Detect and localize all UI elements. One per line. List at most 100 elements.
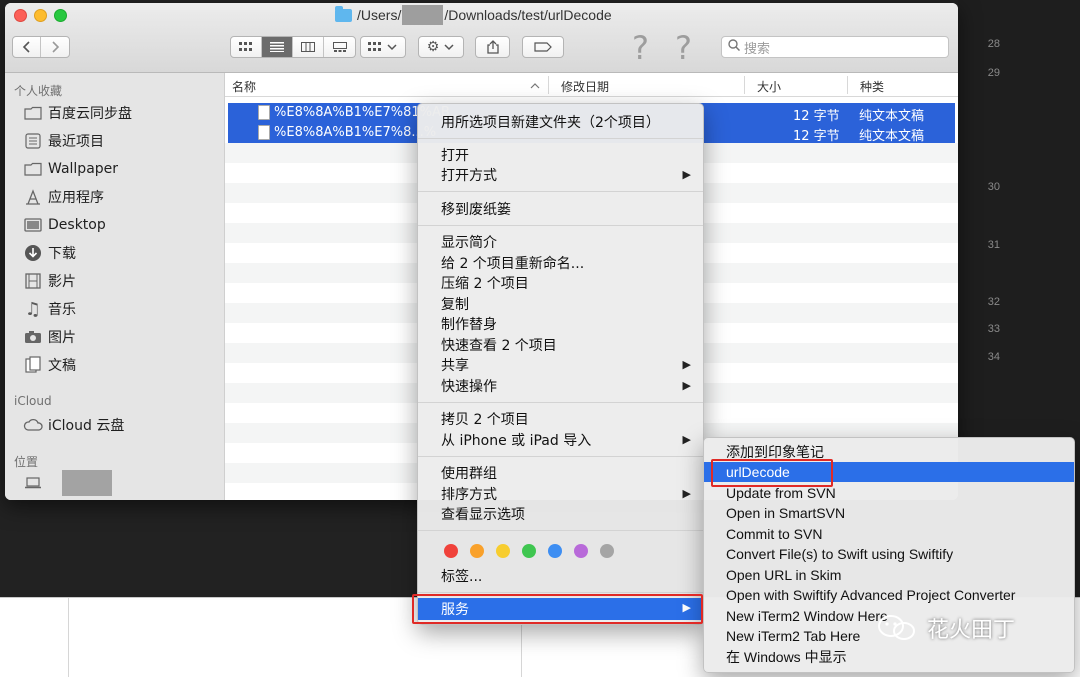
tags-button[interactable] bbox=[522, 36, 564, 58]
sidebar-item-documents[interactable]: 文稿 bbox=[23, 353, 76, 377]
calendar-day-number: 34 bbox=[987, 351, 1000, 363]
help-icon[interactable]: ? bbox=[675, 29, 692, 67]
group-by-button[interactable] bbox=[360, 36, 406, 58]
menu-item-sort-by[interactable]: 排序方式 ▶ bbox=[418, 484, 703, 504]
menu-item-tags[interactable]: 标签... bbox=[418, 566, 703, 586]
menu-item-move-to-trash[interactable]: 移到废纸篓 bbox=[418, 199, 703, 219]
sidebar-item-pictures[interactable]: 图片 bbox=[23, 325, 76, 349]
menu-separator bbox=[418, 225, 703, 226]
service-item-open-smartsvn[interactable]: Open in SmartSVN bbox=[704, 503, 1074, 523]
back-button[interactable] bbox=[13, 37, 41, 57]
service-item-show-in-windows[interactable]: 在 Windows 中显示 bbox=[704, 647, 1074, 667]
text-file-icon bbox=[258, 125, 270, 140]
file-size: 12 字节 bbox=[793, 129, 840, 144]
sidebar-item-this-mac[interactable] bbox=[23, 470, 112, 496]
service-item-commit-svn[interactable]: Commit to SVN bbox=[704, 524, 1074, 544]
sidebar-item-label: iCloud 云盘 bbox=[48, 418, 125, 434]
service-item-swiftify-convert[interactable]: Convert File(s) to Swift using Swiftify bbox=[704, 544, 1074, 564]
zoom-window-button[interactable] bbox=[54, 9, 67, 22]
tag-color-gray[interactable] bbox=[600, 544, 614, 558]
menu-item-label: 从 iPhone 或 iPad 导入 bbox=[441, 433, 592, 449]
menu-item-open-with[interactable]: 打开方式 ▶ bbox=[418, 165, 703, 185]
desktop-icon bbox=[23, 218, 43, 232]
menu-item-duplicate[interactable]: 复制 bbox=[418, 294, 703, 314]
redacted-computer-name bbox=[62, 470, 112, 496]
menu-item-compress[interactable]: 压缩 2 个项目 bbox=[418, 273, 703, 293]
tag-color-yellow[interactable] bbox=[496, 544, 510, 558]
column-kind[interactable]: 种类 bbox=[860, 78, 884, 95]
menu-item-rename[interactable]: 给 2 个项目重新命名... bbox=[418, 253, 703, 273]
calendar-day-number: 29 bbox=[987, 67, 1000, 79]
menu-separator bbox=[418, 191, 703, 192]
icon-view-button[interactable] bbox=[231, 37, 262, 57]
list-view-button[interactable] bbox=[262, 37, 293, 57]
menu-item-use-groups[interactable]: 使用群组 bbox=[418, 463, 703, 483]
tag-color-orange[interactable] bbox=[470, 544, 484, 558]
sidebar-item-wallpaper[interactable]: Wallpaper bbox=[23, 157, 118, 181]
sort-ascending-icon bbox=[530, 83, 540, 89]
folder-icon bbox=[23, 162, 43, 176]
file-name: %E8%8A%B1%E7%8...% bbox=[274, 125, 437, 140]
tag-color-red[interactable] bbox=[444, 544, 458, 558]
action-button[interactable]: ⚙ bbox=[418, 36, 464, 58]
calendar-day-number: 30 bbox=[987, 181, 1000, 193]
menu-item-make-alias[interactable]: 制作替身 bbox=[418, 314, 703, 334]
sidebar-item-desktop[interactable]: Desktop bbox=[23, 213, 106, 237]
applications-icon bbox=[23, 189, 43, 205]
column-name[interactable]: 名称 bbox=[232, 78, 256, 95]
view-mode-control bbox=[230, 36, 356, 58]
column-modified[interactable]: 修改日期 bbox=[561, 78, 609, 95]
menu-item-open[interactable]: 打开 bbox=[418, 145, 703, 165]
sidebar-item-label: Desktop bbox=[48, 217, 106, 233]
grid-icon bbox=[239, 42, 252, 51]
computer-icon bbox=[23, 477, 43, 489]
title-path-prefix: /Users/ bbox=[357, 7, 402, 23]
sidebar-item-recents[interactable]: 最近项目 bbox=[23, 129, 104, 153]
tag-color-blue[interactable] bbox=[548, 544, 562, 558]
menu-item-view-options[interactable]: 查看显示选项 bbox=[418, 504, 703, 524]
sidebar-heading-locations: 位置 bbox=[14, 455, 39, 469]
menu-item-quick-actions[interactable]: 快速操作 ▶ bbox=[418, 376, 703, 396]
menu-item-get-info[interactable]: 显示简介 bbox=[418, 232, 703, 252]
calendar-day-number: 31 bbox=[987, 239, 1000, 251]
menu-item-import-from-iphone[interactable]: 从 iPhone 或 iPad 导入 ▶ bbox=[418, 430, 703, 450]
menu-separator bbox=[418, 456, 703, 457]
service-item-swiftify-project[interactable]: Open with Swiftify Advanced Project Conv… bbox=[704, 585, 1074, 605]
menu-item-new-folder-with-selection[interactable]: 用所选项目新建文件夹（2个项目） bbox=[418, 112, 703, 132]
tag-color-purple[interactable] bbox=[574, 544, 588, 558]
menu-separator bbox=[418, 402, 703, 403]
share-button[interactable] bbox=[475, 36, 510, 58]
forward-button[interactable] bbox=[41, 37, 69, 57]
sidebar-item-label: 文稿 bbox=[48, 358, 76, 374]
submenu-arrow-icon: ▶ bbox=[682, 168, 691, 181]
menu-separator bbox=[418, 592, 703, 593]
sidebar-item-applications[interactable]: 应用程序 bbox=[23, 185, 104, 209]
sidebar-item-downloads[interactable]: 下载 bbox=[23, 241, 76, 265]
sidebar-item-movies[interactable]: 影片 bbox=[23, 269, 76, 293]
file-kind: 纯文本文稿 bbox=[859, 109, 925, 124]
column-size[interactable]: 大小 bbox=[757, 78, 781, 95]
sidebar-item-label: 最近项目 bbox=[48, 134, 104, 150]
tag-color-green[interactable] bbox=[522, 544, 536, 558]
search-field[interactable]: 搜索 bbox=[721, 36, 949, 58]
menu-item-copy[interactable]: 拷贝 2 个项目 bbox=[418, 409, 703, 429]
menu-item-label: 快速操作 bbox=[441, 379, 497, 395]
close-window-button[interactable] bbox=[14, 9, 27, 22]
minimize-window-button[interactable] bbox=[34, 9, 47, 22]
sidebar-heading-icloud: iCloud bbox=[14, 394, 52, 408]
context-menu: 用所选项目新建文件夹（2个项目） 打开 打开方式 ▶ 移到废纸篓 显示简介 给 … bbox=[417, 103, 704, 625]
column-view-button[interactable] bbox=[293, 37, 324, 57]
sidebar-item-label: 下载 bbox=[48, 246, 76, 262]
calendar-day-number: 32 bbox=[987, 296, 1000, 308]
service-item-open-url-skim[interactable]: Open URL in Skim bbox=[704, 565, 1074, 585]
help-icon[interactable]: ? bbox=[632, 29, 649, 67]
menu-item-quick-look[interactable]: 快速查看 2 个项目 bbox=[418, 335, 703, 355]
gallery-view-button[interactable] bbox=[324, 37, 355, 57]
sidebar-item-music[interactable]: ♫ 音乐 bbox=[23, 297, 76, 321]
sidebar-heading-favorites: 个人收藏 bbox=[14, 84, 63, 98]
sidebar-item-baidu-sync[interactable]: 百度云同步盘 bbox=[23, 101, 132, 125]
redacted-username bbox=[402, 5, 444, 25]
wechat-icon bbox=[877, 614, 917, 642]
menu-item-share[interactable]: 共享 ▶ bbox=[418, 355, 703, 375]
sidebar-item-icloud-drive[interactable]: iCloud 云盘 bbox=[23, 413, 124, 437]
